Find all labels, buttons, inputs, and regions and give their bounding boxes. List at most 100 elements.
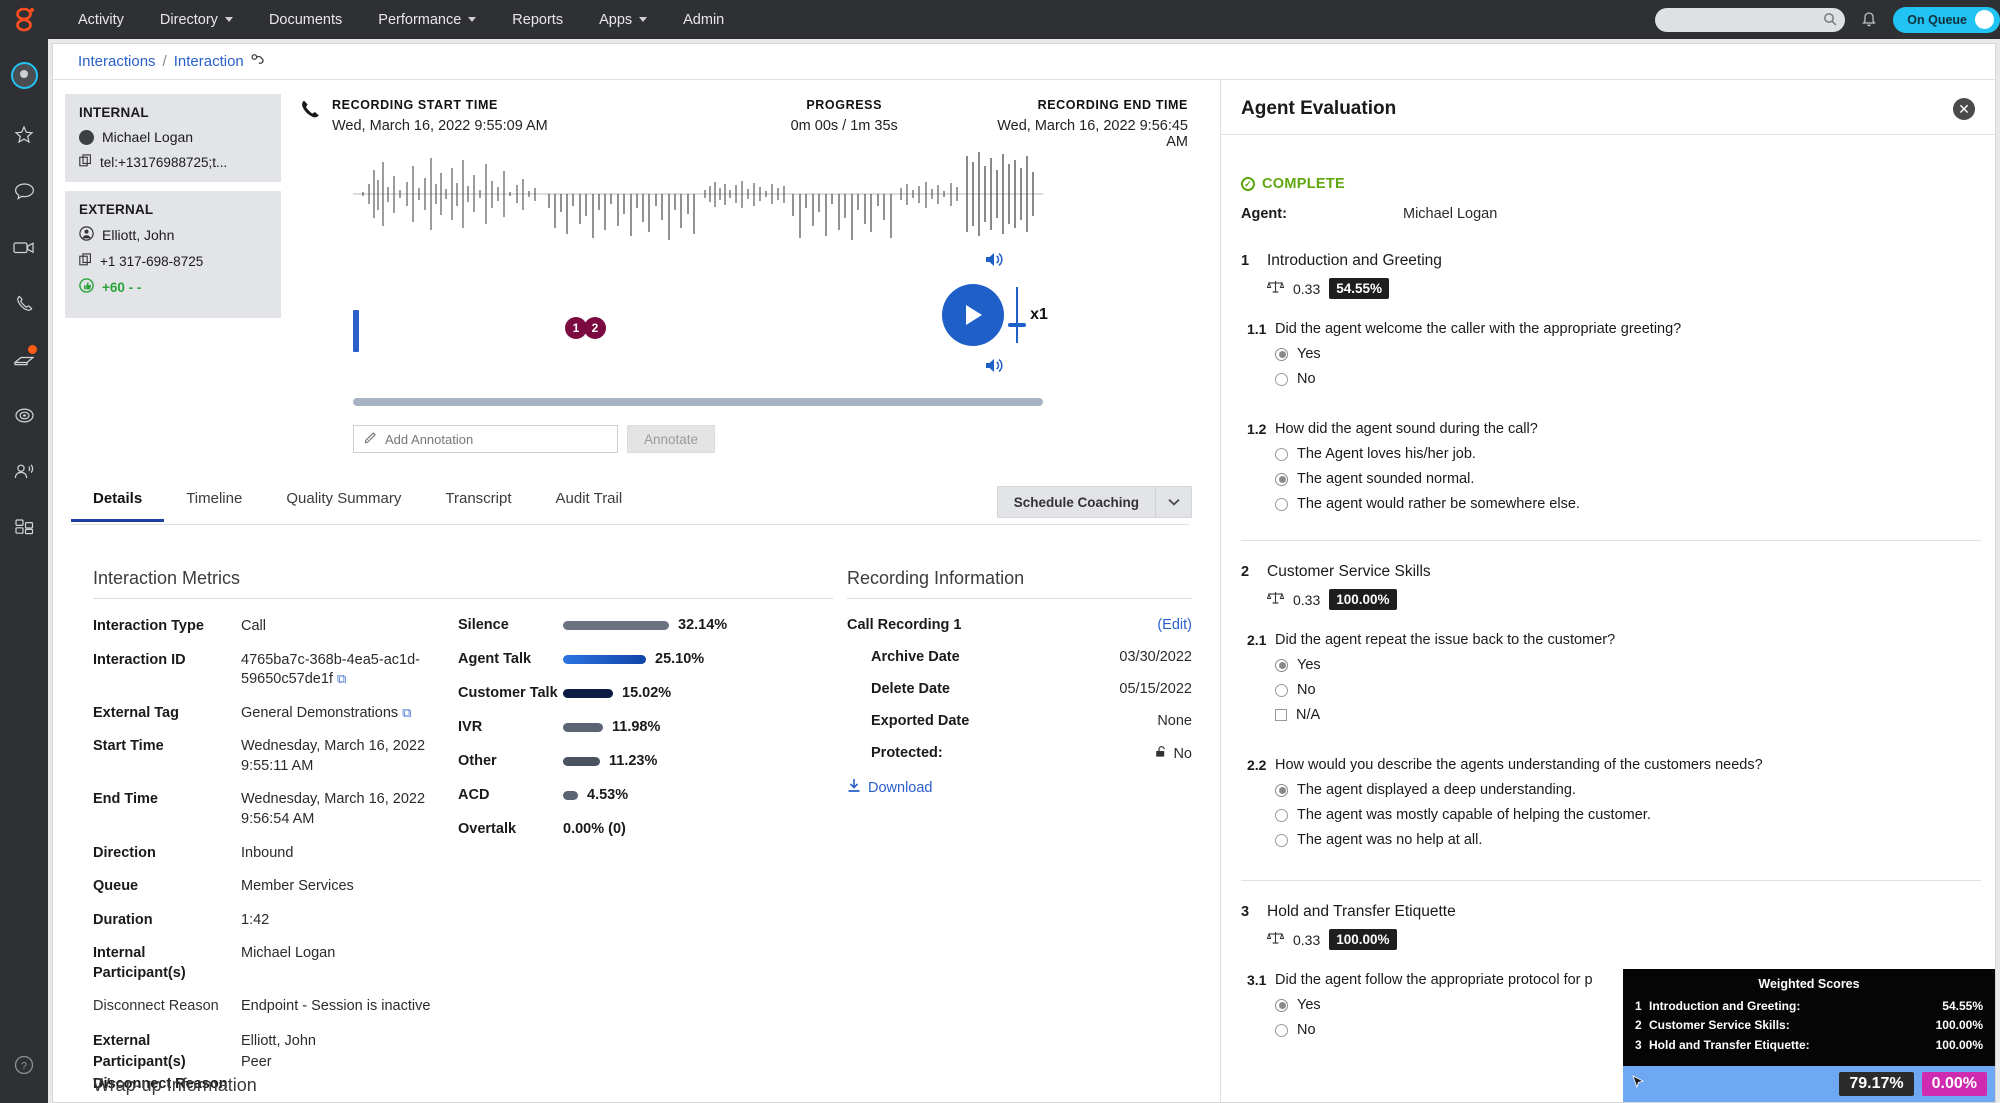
seek-scrubber[interactable] xyxy=(353,398,1043,406)
radio-button[interactable] xyxy=(1275,472,1288,486)
add-annotation-field[interactable]: Add Annotation xyxy=(353,425,618,453)
radio-button[interactable] xyxy=(1275,808,1288,822)
annotate-button[interactable]: Annotate xyxy=(627,425,716,453)
section-header: 3 Hold and Transfer Etiquette xyxy=(1241,903,1981,921)
status-badge-on-queue[interactable]: On Queue xyxy=(1893,6,2000,33)
option-row[interactable]: The agent was mostly capable of helping … xyxy=(1275,807,1981,823)
nav-item-admin[interactable]: Admin xyxy=(665,0,742,39)
radio-button[interactable] xyxy=(1275,1023,1288,1037)
recording-header-row: Call Recording 1 (Edit) xyxy=(847,617,1192,633)
copy-icon[interactable]: ⧉ xyxy=(337,671,346,686)
option-label: The agent sounded normal. xyxy=(1297,471,1475,487)
tab-audit-trail[interactable]: Audit Trail xyxy=(534,480,645,522)
option-row[interactable]: N/A xyxy=(1275,707,1981,723)
genesys-logo-icon[interactable] xyxy=(0,7,48,33)
schedule-coaching-label[interactable]: Schedule Coaching xyxy=(998,487,1155,517)
volume-down-icon[interactable] xyxy=(984,356,1006,380)
internal-address-row[interactable]: tel:+13176988725;t... xyxy=(79,154,267,170)
copy-icon[interactable] xyxy=(79,253,92,269)
metric-key: Interaction ID xyxy=(93,651,186,668)
metric-key: Duration xyxy=(93,911,153,928)
nav-item-documents[interactable]: Documents xyxy=(251,0,360,39)
external-phone-row[interactable]: +1 317-698-8725 xyxy=(79,253,267,269)
checkbox[interactable] xyxy=(1275,709,1287,721)
radio-button[interactable] xyxy=(1275,783,1288,797)
speed-slider-knob[interactable] xyxy=(1008,323,1027,327)
radio-button[interactable] xyxy=(1275,833,1288,847)
nav-item-directory[interactable]: Directory xyxy=(142,0,251,39)
radio-button[interactable] xyxy=(1275,372,1288,386)
radio-button[interactable] xyxy=(1275,347,1288,361)
section-header: 2 Customer Service Skills xyxy=(1241,563,1981,581)
external-name: Elliott, John xyxy=(102,227,175,243)
status-label: On Queue xyxy=(1907,12,1967,27)
rail-item-video[interactable] xyxy=(4,219,44,275)
radio-button[interactable] xyxy=(1275,658,1288,672)
rail-item-chat[interactable] xyxy=(4,163,44,219)
nav-item-activity[interactable]: Activity xyxy=(60,0,142,39)
link-icon[interactable] xyxy=(251,53,266,70)
close-icon[interactable]: ✕ xyxy=(1953,98,1975,120)
section-score-row: 0.33 100.00% xyxy=(1266,589,1981,610)
question-text: How would you describe the agents unders… xyxy=(1275,757,1763,773)
rail-avatar[interactable] xyxy=(4,47,44,103)
metric-row: External Tag General Demonstrations ⧉ xyxy=(93,704,458,724)
option-row[interactable]: Yes 1 xyxy=(1275,346,1981,362)
playhead-marker[interactable] xyxy=(353,310,359,352)
breadcrumb-interactions-link[interactable]: Interactions xyxy=(78,53,156,70)
tab-details[interactable]: Details xyxy=(71,480,165,522)
audio-waveform[interactable] xyxy=(353,140,1043,245)
waveform-svg xyxy=(353,152,1043,240)
radio-button[interactable] xyxy=(1275,447,1288,461)
rail-item-inbox[interactable] xyxy=(4,331,44,387)
radio-button[interactable] xyxy=(1275,998,1288,1012)
section-percent: 100.00% xyxy=(1329,929,1397,950)
metric-key: Disconnect Reason xyxy=(93,998,219,1015)
option-row[interactable]: Yes 1 xyxy=(1275,657,1981,673)
copy-icon[interactable] xyxy=(79,154,92,170)
option-row[interactable]: No 0 xyxy=(1275,682,1981,698)
play-button[interactable] xyxy=(942,284,1005,346)
edit-recording-link[interactable]: (Edit) xyxy=(1157,617,1192,633)
row-value: 100.00% xyxy=(1935,1018,1983,1033)
metric-row: Start Time Wednesday, March 16, 2022 9:55… xyxy=(93,737,458,776)
option-row[interactable]: The agent sounded normal. 5 xyxy=(1275,471,1981,487)
option-row[interactable]: No 0 xyxy=(1275,371,1981,387)
notifications-bell-icon[interactable] xyxy=(1859,11,1879,28)
status-toggle-knob[interactable] xyxy=(1975,10,1994,29)
tab-timeline[interactable]: Timeline xyxy=(164,480,264,522)
metric-value-text: 4765ba7c-368b-4ea5-ac1d-59650c57de1f xyxy=(241,651,420,688)
global-search[interactable] xyxy=(1655,7,1846,32)
weighted-scores-title: Weighted Scores xyxy=(1758,976,1860,991)
speed-slider[interactable] xyxy=(1008,287,1027,343)
option-row[interactable]: The agent was no help at all. 0 xyxy=(1275,832,1981,848)
tab-quality-summary[interactable]: Quality Summary xyxy=(264,480,423,522)
rail-item-help[interactable]: ? xyxy=(4,1037,44,1093)
rail-item-performance[interactable] xyxy=(4,387,44,443)
tab-transcript[interactable]: Transcript xyxy=(423,480,533,522)
rail-item-star[interactable] xyxy=(4,107,44,163)
scales-icon xyxy=(1266,930,1285,950)
annotation-marker-2[interactable]: 2 xyxy=(584,317,606,339)
chevron-down-icon[interactable] xyxy=(1155,487,1191,517)
volume-up-icon[interactable] xyxy=(984,250,1006,274)
recording-row: Protected: No xyxy=(847,745,1192,762)
rail-item-apps[interactable] xyxy=(4,499,44,555)
rail-item-agent[interactable] xyxy=(4,443,44,499)
option-row[interactable]: The agent would rather be somewhere else… xyxy=(1275,496,1981,512)
copy-icon[interactable]: ⧉ xyxy=(402,705,411,720)
search-input[interactable] xyxy=(1664,12,1820,27)
schedule-coaching-button[interactable]: Schedule Coaching xyxy=(996,486,1192,518)
option-row[interactable]: The agent displayed a deep understanding… xyxy=(1275,782,1981,798)
section-weight: 0.33 xyxy=(1293,280,1321,297)
radio-button[interactable] xyxy=(1275,683,1288,697)
nav-item-apps[interactable]: Apps xyxy=(581,0,665,39)
nav-item-performance[interactable]: Performance xyxy=(360,0,494,39)
rail-item-phone[interactable] xyxy=(4,275,44,331)
breadcrumb-interaction-link[interactable]: Interaction xyxy=(174,53,244,70)
nav-item-reports[interactable]: Reports xyxy=(494,0,581,39)
option-row[interactable]: The Agent loves his/her job. 10 xyxy=(1275,446,1981,462)
radio-button[interactable] xyxy=(1275,497,1288,511)
download-recording-link[interactable]: Download xyxy=(847,778,1192,797)
option-label: The agent displayed a deep understanding… xyxy=(1297,782,1576,798)
